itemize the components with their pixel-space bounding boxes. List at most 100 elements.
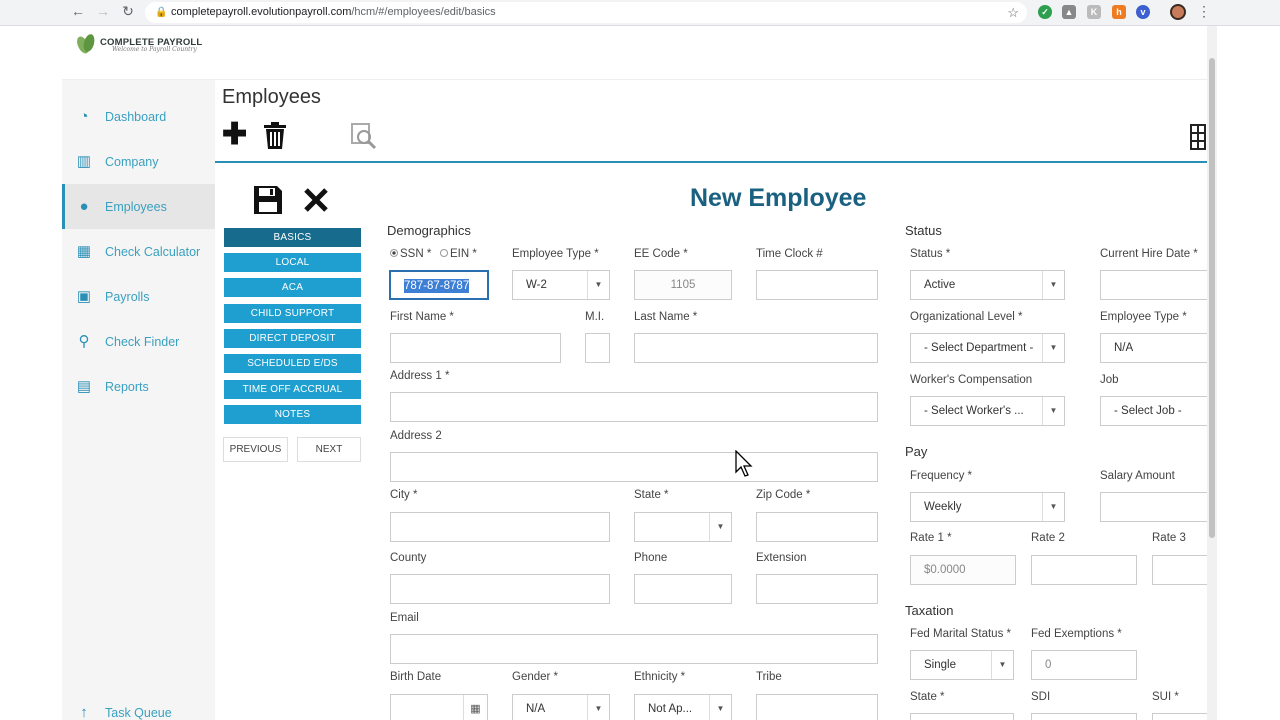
add-icon[interactable]: ✚ (222, 117, 247, 152)
sidebar-item-payrolls[interactable]: ▣ Payrolls (62, 274, 215, 319)
extension-cloud-icon[interactable]: ▲ (1062, 5, 1076, 19)
save-icon[interactable] (254, 186, 284, 216)
taxation-heading: Taxation (905, 603, 954, 618)
status-heading: Status (905, 223, 942, 238)
sdi-select[interactable] (1031, 713, 1137, 720)
tribe-input[interactable] (756, 694, 878, 720)
tab-child-support[interactable]: CHILD SUPPORT (224, 304, 361, 323)
extension-h-icon[interactable]: h (1112, 5, 1126, 19)
ethnicity-select[interactable]: Not Ap... ▼ (634, 694, 732, 720)
bookmark-star-icon[interactable]: ☆ (1007, 2, 1019, 23)
brand-logo[interactable]: COMPLETE PAYROLL Welcome to Payroll Coun… (74, 32, 202, 58)
sidebar-item-reports[interactable]: ▤ Reports (62, 364, 215, 409)
zip-input[interactable] (756, 512, 878, 542)
ssn-input[interactable]: 787-87-8787 (389, 270, 489, 300)
last-name-input[interactable] (634, 333, 878, 363)
extension-v-icon[interactable]: v (1136, 5, 1150, 19)
sui-select[interactable] (1152, 713, 1207, 720)
company-icon: ▥ (76, 152, 92, 170)
header-divider (215, 161, 1207, 163)
next-button[interactable]: NEXT (297, 437, 361, 462)
workers-comp-select[interactable]: - Select Worker's ... ▼ (910, 396, 1065, 426)
gender-select[interactable]: N/A ▼ (512, 694, 610, 720)
birth-date-input[interactable]: ▦ (390, 694, 488, 720)
sidebar-item-check-finder[interactable]: ⚲ Check Finder (62, 319, 215, 364)
mi-label: M.I. (585, 311, 605, 323)
ssn-radio[interactable]: SSN * (390, 248, 431, 260)
employee-type-label: Employee Type * (512, 248, 599, 260)
ein-radio-button[interactable] (440, 249, 448, 257)
extension-k-icon[interactable]: K (1087, 5, 1101, 19)
state-select[interactable]: ▼ (634, 512, 732, 542)
job-select[interactable]: - Select Job - (1100, 396, 1207, 426)
tab-notes[interactable]: NOTES (224, 405, 361, 424)
county-input[interactable] (390, 574, 610, 604)
frequency-select[interactable]: Weekly ▼ (910, 492, 1065, 522)
ee-code-label: EE Code * (634, 248, 688, 260)
reload-icon[interactable]: ↻ (118, 3, 138, 20)
fed-marital-label: Fed Marital Status * (910, 628, 1011, 640)
status-select[interactable]: Active ▼ (910, 270, 1065, 300)
sidebar-item-check-calculator[interactable]: ▦ Check Calculator (62, 229, 215, 274)
sidebar-item-task-queue[interactable]: ↑ Task Queue (62, 690, 215, 720)
extension-check-icon[interactable]: ✓ (1038, 5, 1052, 19)
tab-aca[interactable]: ACA (224, 278, 361, 297)
page-scrollbar[interactable] (1207, 26, 1217, 720)
address2-input[interactable] (390, 452, 878, 482)
chevron-down-icon: ▼ (587, 271, 609, 299)
phone-input[interactable] (634, 574, 732, 604)
rate3-input[interactable] (1152, 555, 1207, 585)
mi-input[interactable] (585, 333, 610, 363)
url-domain: completepayroll.evolutionpayroll.com (171, 6, 352, 18)
address1-input[interactable] (390, 392, 878, 422)
sidebar-item-company[interactable]: ▥ Company (62, 139, 215, 184)
extension-input[interactable] (756, 574, 878, 604)
ein-label: EIN * (450, 248, 477, 260)
back-icon[interactable]: ← (68, 3, 88, 19)
delete-icon[interactable] (264, 122, 286, 156)
rate1-input[interactable]: $0.0000 (910, 555, 1016, 585)
fed-marital-select[interactable]: Single ▼ (910, 650, 1014, 680)
city-input[interactable] (390, 512, 610, 542)
salary-input[interactable] (1100, 492, 1207, 522)
email-input[interactable] (390, 634, 878, 664)
fed-exemptions-label: Fed Exemptions * (1031, 628, 1122, 640)
sidebar-item-employees[interactable]: ● Employees (62, 184, 215, 229)
fed-exemptions-input[interactable]: 0 (1031, 650, 1137, 680)
tax-state-select[interactable] (910, 713, 1014, 720)
rate2-input[interactable] (1031, 555, 1137, 585)
status-employee-type-select[interactable]: N/A (1100, 333, 1207, 363)
tab-time-off-accrual[interactable]: TIME OFF ACCRUAL (224, 380, 361, 399)
calendar-icon[interactable]: ▦ (463, 695, 487, 720)
ssn-radio-button[interactable] (390, 249, 398, 257)
tab-local[interactable]: LOCAL (224, 253, 361, 272)
sidebar-item-dashboard[interactable]: ◔ Dashboard (62, 94, 215, 139)
tab-scheduled-eds[interactable]: SCHEDULED E/DS (224, 354, 361, 373)
address-bar[interactable]: 🔒 completepayroll.evolutionpayroll.com/h… (145, 2, 1027, 23)
previous-button[interactable]: PREVIOUS (223, 437, 288, 462)
scrollbar-thumb[interactable] (1209, 58, 1215, 538)
tab-direct-deposit[interactable]: DIRECT DEPOSIT (224, 329, 361, 348)
search-employee-icon[interactable] (351, 123, 377, 156)
ein-radio[interactable]: EIN * (440, 248, 477, 260)
profile-avatar[interactable] (1170, 4, 1186, 20)
url-path: /hcm/#/employees/edit/basics (351, 6, 496, 18)
hire-date-input[interactable] (1100, 270, 1207, 300)
ee-code-input[interactable]: 1105 (634, 270, 732, 300)
first-name-input[interactable] (390, 333, 561, 363)
employee-type-select[interactable]: W-2 ▼ (512, 270, 610, 300)
sidebar-item-label: Check Finder (105, 334, 180, 349)
address2-label: Address 2 (390, 430, 442, 442)
time-clock-label: Time Clock # (756, 248, 823, 260)
forward-icon[interactable]: → (93, 3, 113, 19)
mouse-cursor-icon (735, 450, 753, 477)
time-clock-input[interactable] (756, 270, 878, 300)
cancel-icon[interactable] (303, 186, 333, 216)
browser-menu-icon[interactable]: ⋮ (1197, 3, 1211, 20)
tab-basics[interactable]: BASICS (224, 228, 361, 247)
address1-label: Address 1 * (390, 370, 450, 382)
hire-date-label: Current Hire Date * (1100, 248, 1198, 260)
brand-tagline: Welcome to Payroll Country (112, 46, 197, 53)
grid-view-icon[interactable] (1190, 124, 1206, 157)
org-level-select[interactable]: - Select Department - ▼ (910, 333, 1065, 363)
